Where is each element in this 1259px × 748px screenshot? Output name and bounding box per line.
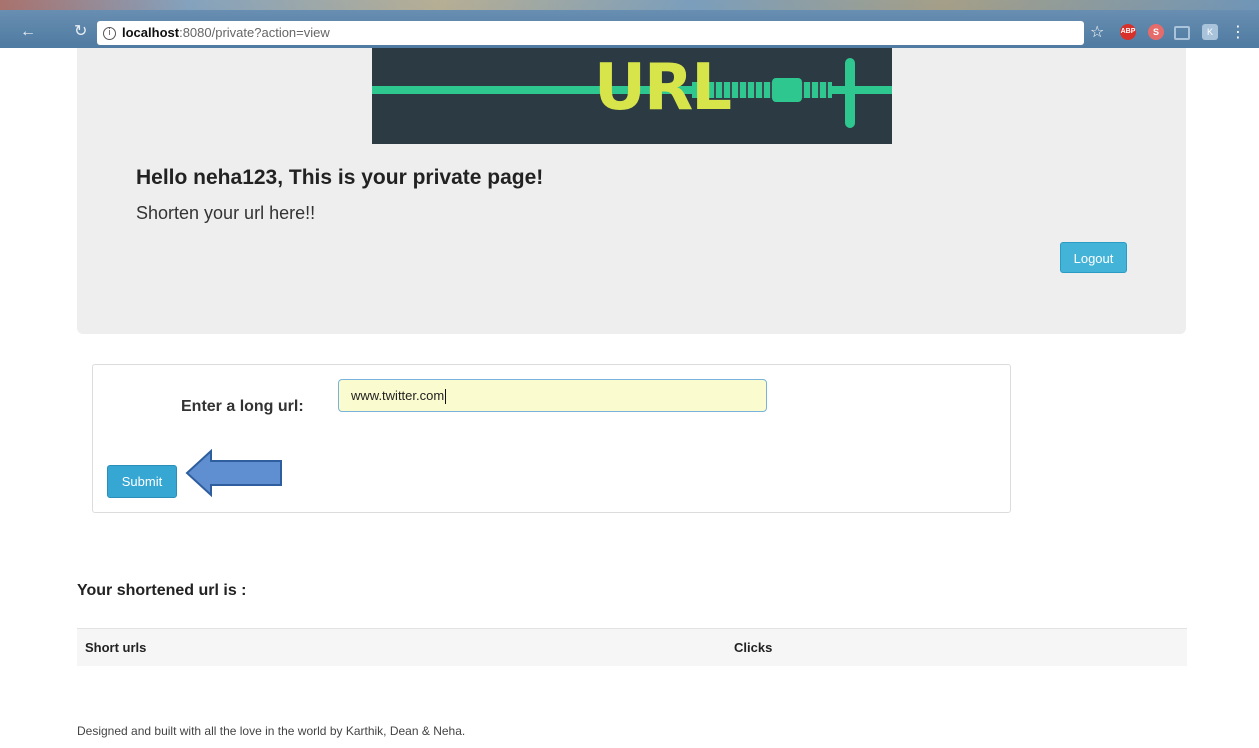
- s-extension-icon[interactable]: S: [1148, 24, 1164, 40]
- star-icon[interactable]: ☆: [1090, 22, 1104, 42]
- page-subtitle: Shorten your url here!!: [136, 203, 316, 223]
- reload-icon[interactable]: ↻: [74, 22, 87, 42]
- long-url-label: Enter a long url:: [181, 398, 304, 415]
- long-url-input-value: www.twitter.com: [351, 388, 445, 403]
- url-banner-image: URL: [372, 48, 892, 144]
- page-title: Hello neha123, This is your private page…: [136, 166, 544, 189]
- url-path: :8080/private?action=view: [179, 25, 330, 40]
- results-heading: Your shortened url is :: [77, 582, 247, 599]
- long-url-input[interactable]: www.twitter.com: [338, 379, 767, 412]
- browser-toolbar: ← ↻ i localhost:8080/private?action=view…: [0, 0, 1259, 48]
- banner-logo-text: URL: [594, 51, 732, 125]
- text-caret: [445, 389, 447, 405]
- menu-dots-icon[interactable]: ⋮: [1230, 22, 1246, 42]
- short-urls-table: Short urls Clicks: [77, 628, 1187, 666]
- k-extension-icon[interactable]: K: [1202, 24, 1218, 40]
- submit-button[interactable]: Submit: [107, 465, 177, 498]
- banner-pin: [845, 58, 855, 128]
- back-arrow-icon[interactable]: ←: [20, 22, 36, 42]
- shorten-form-panel: Enter a long url: www.twitter.com Submit: [92, 364, 1011, 513]
- jumbotron: URL Hello neha123, This is your private …: [77, 48, 1186, 334]
- footer-credit: Designed and built with all the love in …: [77, 724, 466, 738]
- logout-button[interactable]: Logout: [1060, 242, 1127, 273]
- cast-icon[interactable]: [1174, 26, 1190, 40]
- left-arrow-icon: [185, 448, 282, 498]
- url-host: localhost: [122, 25, 180, 40]
- adblock-extension-icon[interactable]: ABP: [1120, 24, 1136, 40]
- banner-knob: [772, 78, 802, 102]
- info-icon[interactable]: i: [103, 26, 116, 40]
- address-bar[interactable]: i localhost:8080/private?action=view: [97, 21, 1084, 45]
- tab-strip: [0, 0, 1259, 10]
- column-header-clicks: Clicks: [734, 640, 773, 655]
- column-header-short-urls: Short urls: [85, 640, 147, 655]
